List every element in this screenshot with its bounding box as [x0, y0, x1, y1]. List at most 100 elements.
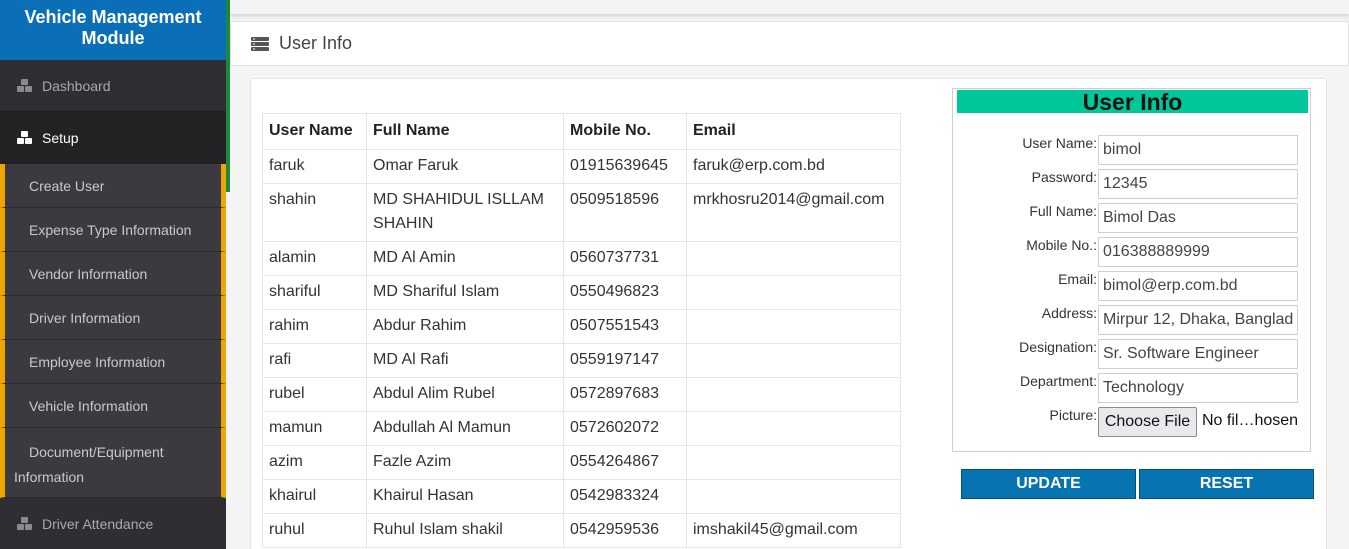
department-label: Department:	[1019, 373, 1097, 389]
reset-button[interactable]: RESET	[1139, 469, 1314, 499]
cubes-icon	[17, 78, 32, 92]
cell-email	[686, 309, 901, 344]
sidebar-item-label: Create User	[29, 177, 105, 194]
update-button[interactable]: UPDATE	[961, 469, 1136, 499]
sidebar: Vehicle Management Module Dashboard Setu…	[0, 0, 226, 549]
cell-user-name: rahim	[262, 309, 367, 344]
address-input[interactable]	[1098, 305, 1298, 335]
sidebar-item-vendor[interactable]: Vendor Information	[0, 252, 226, 296]
cell-full-name: MD Al Amin	[366, 241, 564, 276]
cell-mobile: 0559197147	[563, 343, 687, 378]
form-row-password: Password:	[953, 169, 1312, 203]
form-row-full-name: Full Name:	[953, 203, 1312, 237]
password-label: Password:	[1031, 169, 1097, 185]
table-row[interactable]: rafi MD Al Rafi 0559197147	[262, 343, 901, 378]
full-name-input[interactable]	[1098, 203, 1298, 233]
email-input[interactable]	[1098, 271, 1298, 301]
table-row[interactable]: faruk Omar Faruk 01915639645 faruk@erp.com.…	[262, 149, 901, 184]
cell-email	[686, 275, 901, 310]
table-row[interactable]: ruhul Ruhul Islam shakil 0542959536 imshaki…	[262, 513, 901, 548]
cell-mobile: 0550496823	[563, 275, 687, 310]
sidebar-item-label: Expense Type Information	[29, 221, 192, 238]
users-table: User Name Full Name Mobile No. Email far…	[262, 113, 901, 548]
cell-mobile: 0507551543	[563, 309, 687, 344]
cell-full-name: MD Shariful Islam	[366, 275, 564, 310]
column-header-full-name[interactable]: Full Name	[366, 113, 564, 150]
cell-user-name: shahin	[262, 183, 367, 242]
email-label: Email:	[1058, 271, 1097, 287]
sidebar-item-label: Vehicle Information	[29, 397, 149, 414]
cell-full-name: Abdul Alim Rubel	[366, 377, 564, 412]
sidebar-item-employee[interactable]: Employee Information	[0, 340, 226, 384]
choose-file-button[interactable]: Choose File	[1098, 407, 1197, 437]
cell-full-name: MD Al Rafi	[366, 343, 564, 378]
cell-user-name: rafi	[262, 343, 367, 378]
column-header-user-name[interactable]: User Name	[262, 113, 367, 150]
cell-email	[686, 445, 901, 480]
table-row[interactable]: rahim Abdur Rahim 0507551543	[262, 309, 901, 344]
cell-full-name: Ruhul Islam shakil	[366, 513, 564, 548]
sidebar-item-driver[interactable]: Driver Information	[0, 296, 226, 340]
mobile-label: Mobile No.:	[1026, 237, 1097, 253]
column-header-mobile[interactable]: Mobile No.	[563, 113, 687, 150]
cell-user-name: ruhul	[262, 513, 367, 548]
cell-mobile: 0542983324	[563, 479, 687, 514]
form-row-department: Department:	[953, 373, 1312, 407]
cell-user-name: mamun	[262, 411, 367, 446]
password-input[interactable]	[1098, 169, 1298, 199]
cell-mobile: 0509518596	[563, 183, 687, 242]
cubes-icon	[17, 130, 32, 144]
nav-dashboard-label: Dashboard	[42, 77, 111, 94]
sidebar-item-create-user[interactable]: Create User	[0, 164, 226, 208]
cell-full-name: Abdullah Al Mamun	[366, 411, 564, 446]
cell-email: imshakil45@gmail.com	[686, 513, 901, 548]
table-row[interactable]: rubel Abdul Alim Rubel 0572897683	[262, 377, 901, 412]
cubes-icon	[17, 516, 32, 530]
sidebar-item-document-equipment[interactable]: Document/Equipment Information	[0, 428, 226, 498]
cell-mobile: 0560737731	[563, 241, 687, 276]
table-row[interactable]: alamin MD Al Amin 0560737731	[262, 241, 901, 276]
cell-mobile: 01915639645	[563, 149, 687, 184]
user-info-form: User Info User Name: Password: Full Name…	[952, 88, 1311, 452]
sidebar-item-label-line2: Information	[14, 469, 85, 485]
form-row-picture: Picture: Choose File No fil…hosen	[953, 407, 1312, 441]
cell-full-name: MD SHAHIDUL ISLLAM SHAHIN	[366, 183, 564, 242]
cell-mobile: 0542959536	[563, 513, 687, 548]
sidebar-item-label: Document/Equipment	[29, 444, 164, 460]
cell-full-name: Abdur Rahim	[366, 309, 564, 344]
nav-dashboard[interactable]: Dashboard	[0, 60, 226, 112]
department-input[interactable]	[1098, 373, 1298, 403]
table-row[interactable]: shariful MD Shariful Islam 0550496823	[262, 275, 901, 310]
sidebar-item-vehicle[interactable]: Vehicle Information	[0, 384, 226, 428]
cell-email	[686, 479, 901, 514]
sidebar-item-label: Employee Information	[29, 353, 166, 370]
server-icon	[251, 36, 269, 51]
cell-mobile: 0572897683	[563, 377, 687, 412]
cell-user-name: alamin	[262, 241, 367, 276]
nav-setup[interactable]: Setup	[0, 112, 226, 164]
form-row-user-name: User Name:	[953, 135, 1312, 169]
file-status-text: No fil…hosen	[1202, 412, 1299, 429]
cell-email	[686, 241, 901, 276]
sidebar-item-label: Vendor Information	[29, 265, 148, 282]
table-row[interactable]: azim Fazle Azim 0554264867	[262, 445, 901, 480]
mobile-input[interactable]	[1098, 237, 1298, 267]
cell-user-name: azim	[262, 445, 367, 480]
address-label: Address:	[1041, 305, 1097, 321]
user-name-label: User Name:	[1022, 135, 1097, 151]
full-name-label: Full Name:	[1029, 203, 1097, 219]
sidebar-item-expense-type[interactable]: Expense Type Information	[0, 208, 226, 252]
user-name-input[interactable]	[1098, 135, 1298, 165]
cell-email	[686, 377, 901, 412]
table-row[interactable]: khairul Khairul Hasan 0542983324	[262, 479, 901, 514]
cell-email: mrkhosru2014@gmail.com	[686, 183, 901, 242]
table-row[interactable]: shahin MD SHAHIDUL ISLLAM SHAHIN 050951859…	[262, 183, 901, 242]
designation-input[interactable]	[1098, 339, 1298, 369]
table-row[interactable]: mamun Abdullah Al Mamun 0572602072	[262, 411, 901, 446]
cell-email	[686, 411, 901, 446]
form-row-mobile: Mobile No.:	[953, 237, 1312, 271]
column-header-email[interactable]: Email	[686, 113, 901, 150]
nav-driver-attendance[interactable]: Driver Attendance	[0, 498, 226, 549]
page-title: User Info	[279, 33, 353, 53]
nav-driver-attendance-label: Driver Attendance	[42, 515, 154, 532]
